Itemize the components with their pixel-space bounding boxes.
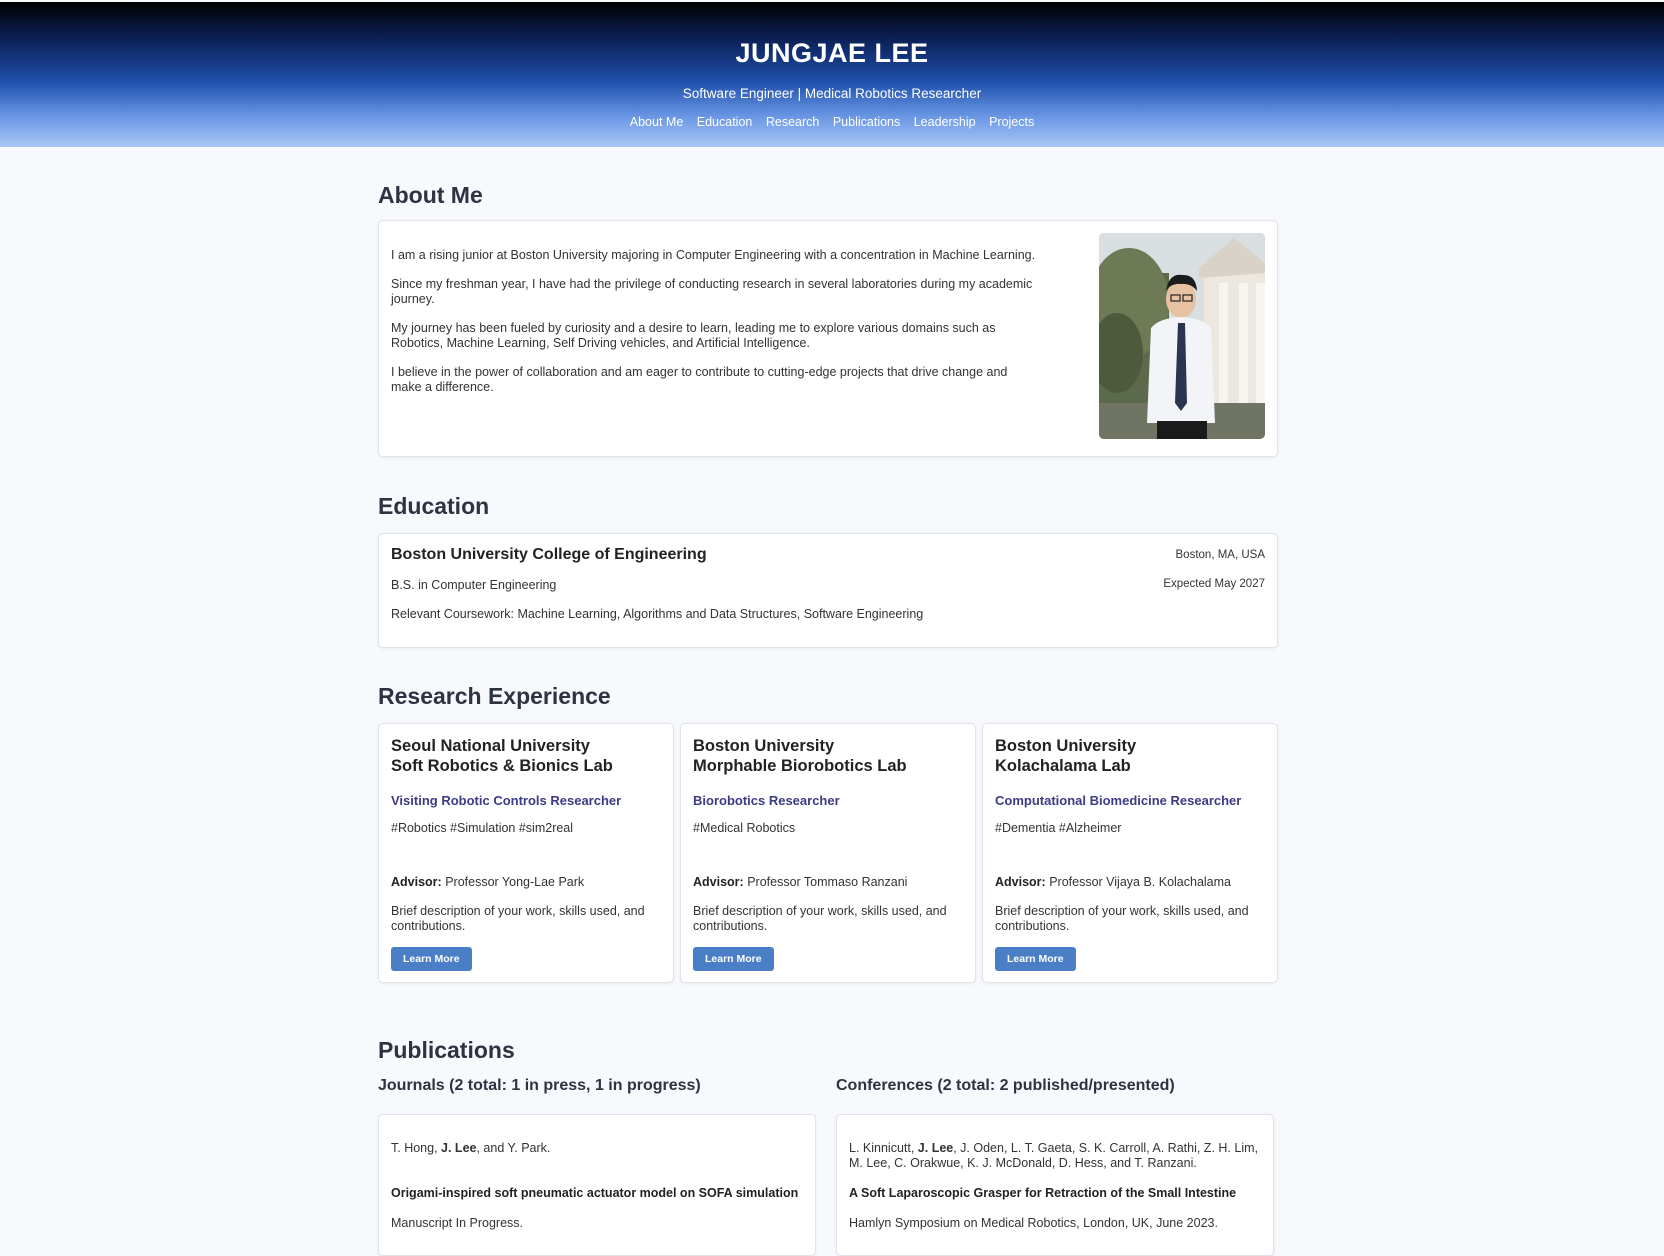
conference-title: A Soft Laparoscopic Grasper for Retracti… xyxy=(849,1186,1237,1200)
site-name: JUNGJAE LEE xyxy=(735,38,929,68)
school-location: Boston, MA, USA xyxy=(1175,549,1265,561)
journal-card: T. Hong, J. Lee, and Y. Park. Origami-in… xyxy=(378,1114,816,1256)
degree: B.S. in Computer Engineering xyxy=(391,578,557,592)
research-description: Brief description of your work, skills u… xyxy=(995,904,1249,933)
research-tags: #Robotics #Simulation #sim2real xyxy=(391,821,574,835)
research-tags: #Medical Robotics xyxy=(693,821,796,835)
nav-publications[interactable]: Publications xyxy=(833,115,900,129)
research-title: Research Experience xyxy=(378,683,611,709)
conference-authors: L. Kinnicutt, J. Lee, J. Oden, L. T. Gae… xyxy=(849,1141,1261,1171)
site-header: JUNGJAE LEE Software Engineer | Medical … xyxy=(0,2,1664,147)
research-institution: Seoul National University Soft Robotics … xyxy=(391,736,613,776)
education-card: Boston University College of Engineering… xyxy=(378,533,1278,648)
research-advisor: Advisor: Professor Vijaya B. Kolachalama xyxy=(995,875,1231,889)
institution-name: Boston University xyxy=(693,737,835,755)
journals-heading: Journals (2 total: 1 in press, 1 in prog… xyxy=(378,1077,701,1094)
advisor-name: Professor Vijaya B. Kolachalama xyxy=(1049,875,1231,889)
advisor-label: Advisor: xyxy=(391,875,442,889)
learn-more-button[interactable]: Learn More xyxy=(693,947,774,971)
conference-venue: Hamlyn Symposium on Medical Robotics, Lo… xyxy=(849,1216,1218,1230)
research-advisor: Advisor: Professor Yong-Lae Park xyxy=(391,875,584,889)
research-role: Visiting Robotic Controls Researcher xyxy=(391,793,622,808)
graduation-date: Expected May 2027 xyxy=(1163,578,1265,590)
research-card: Boston University Morphable Biorobotics … xyxy=(680,723,976,983)
authors-text: T. Hong, xyxy=(391,1141,442,1155)
nav-about[interactable]: About Me xyxy=(630,115,684,129)
profile-photo xyxy=(1099,233,1265,439)
research-role: Biorobotics Researcher xyxy=(693,793,840,808)
journal-venue: Manuscript In Progress. xyxy=(391,1216,523,1230)
research-card: Boston University Kolachalama Lab Comput… xyxy=(982,723,1278,983)
author-highlight: J. Lee xyxy=(441,1141,477,1155)
research-institution: Boston University Kolachalama Lab xyxy=(995,736,1136,776)
learn-more-button[interactable]: Learn More xyxy=(995,947,1076,971)
main-nav: About Me Education Research Publications… xyxy=(0,115,1664,129)
research-card: Seoul National University Soft Robotics … xyxy=(378,723,674,983)
advisor-label: Advisor: xyxy=(693,875,744,889)
research-description: Brief description of your work, skills u… xyxy=(391,904,645,933)
learn-more-button[interactable]: Learn More xyxy=(391,947,472,971)
advisor-name: Professor Tommaso Ranzani xyxy=(747,875,908,889)
about-paragraph: My journey has been fueled by curiosity … xyxy=(391,321,996,350)
research-tags: #Dementia #Alzheimer xyxy=(995,821,1122,835)
research-role: Computational Biomedicine Researcher xyxy=(995,793,1242,808)
publications-title: Publications xyxy=(378,1037,515,1063)
education-title: Education xyxy=(378,493,490,519)
lab-name: Soft Robotics & Bionics Lab xyxy=(391,757,613,775)
advisor-name: Professor Yong-Lae Park xyxy=(445,875,585,889)
lab-name: Morphable Biorobotics Lab xyxy=(693,757,907,775)
coursework: Relevant Coursework: Machine Learning, A… xyxy=(391,607,924,621)
research-advisor: Advisor: Professor Tommaso Ranzani xyxy=(693,875,907,889)
about-title: About Me xyxy=(378,182,483,208)
about-text: I am a rising junior at Boston Universit… xyxy=(391,248,1041,409)
about-paragraph: I believe in the power of collaboration … xyxy=(391,365,1008,394)
conference-card: L. Kinnicutt, J. Lee, J. Oden, L. T. Gae… xyxy=(836,1114,1274,1256)
about-paragraph: Since my freshman year, I have had the p… xyxy=(391,277,1033,306)
about-card: I am a rising junior at Boston Universit… xyxy=(378,220,1278,457)
institution-name: Boston University xyxy=(995,737,1137,755)
nav-projects[interactable]: Projects xyxy=(989,115,1034,129)
about-paragraph: I am a rising junior at Boston Universit… xyxy=(391,248,1036,262)
authors-text: , and Y. Park. xyxy=(476,1141,551,1155)
research-description: Brief description of your work, skills u… xyxy=(693,904,947,933)
journal-title: Origami-inspired soft pneumatic actuator… xyxy=(391,1186,799,1200)
nav-leadership[interactable]: Leadership xyxy=(914,115,976,129)
research-institution: Boston University Morphable Biorobotics … xyxy=(693,736,907,776)
author-highlight: J. Lee xyxy=(917,1141,954,1155)
lab-name: Kolachalama Lab xyxy=(995,757,1131,775)
nav-research[interactable]: Research xyxy=(766,115,820,129)
advisor-label: Advisor: xyxy=(995,875,1046,889)
site-tagline: Software Engineer | Medical Robotics Res… xyxy=(682,86,982,101)
conferences-heading: Conferences (2 total: 2 published/presen… xyxy=(836,1077,1175,1094)
authors-text: L. Kinnicutt, xyxy=(849,1141,918,1155)
school-name: Boston University College of Engineering xyxy=(391,546,707,563)
institution-name: Seoul National University xyxy=(391,737,590,755)
journal-authors: T. Hong, J. Lee, and Y. Park. xyxy=(391,1141,803,1156)
nav-education[interactable]: Education xyxy=(697,115,753,129)
